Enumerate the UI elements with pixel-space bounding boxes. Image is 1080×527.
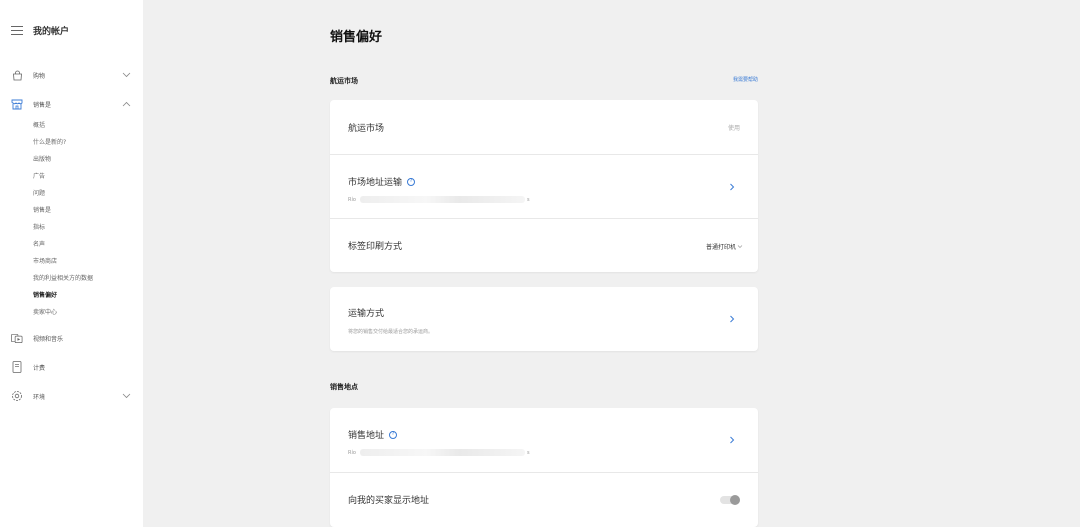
section-heading-sales-location: 销售地点 <box>330 383 358 391</box>
sidebar-subitem-publications[interactable]: 出版物 <box>33 156 51 164</box>
sidebar-subitem-whats-new[interactable]: 什么是新的? <box>33 139 66 147</box>
show-address-toggle[interactable] <box>720 495 740 505</box>
sidebar-item-settings[interactable]: 环境 <box>11 389 131 403</box>
sidebar-item-billing[interactable]: 计费 <box>11 360 131 374</box>
label-print-row[interactable]: 标签印刷方式 普通打印机 <box>330 219 758 272</box>
sidebar-header: 我的帐户 <box>11 24 69 37</box>
sidebar-subitem-summary[interactable]: 概括 <box>33 122 45 130</box>
address-prefix: Río <box>348 449 356 456</box>
sidebar-item-label: 计费 <box>33 364 46 372</box>
sidebar-subitem-sales-preferences[interactable]: 销售偏好 <box>33 292 57 300</box>
row-title: 市场地址运输 ? <box>348 175 416 188</box>
shipping-market-card: 航运市场 使用 市场地址运输 ? Río s 标签印刷方式 普通打印机 <box>330 100 758 272</box>
chevron-up-icon[interactable] <box>121 99 131 109</box>
help-link[interactable]: 我需要帮助 <box>708 76 758 83</box>
shipping-market-row: 航运市场 使用 <box>330 100 758 155</box>
sidebar-item-label: 视频和音乐 <box>33 335 64 343</box>
address-preview: Río s <box>348 449 530 456</box>
address-preview: Río s <box>348 196 530 203</box>
redacted-address <box>359 449 525 456</box>
sidebar-subitem-reputation[interactable]: 名声 <box>33 241 45 249</box>
sidebar-subitem-questions[interactable]: 问题 <box>33 190 45 198</box>
sales-address-row[interactable]: 销售地址 ? Río s <box>330 408 758 473</box>
row-title: 向我的买家显示地址 <box>348 496 430 506</box>
sidebar-item-label: 销售是 <box>33 101 52 109</box>
document-icon <box>11 361 23 373</box>
bag-icon <box>11 69 23 81</box>
store-icon <box>11 98 23 110</box>
hamburger-menu-icon[interactable] <box>11 26 23 35</box>
sidebar-subitem-stakeholder-data[interactable]: 我的利益相关方的数据 <box>33 275 93 283</box>
row-title: 运输方式 <box>348 309 385 319</box>
sidebar-item-shopping[interactable]: 购物 <box>11 68 131 82</box>
chevron-down-icon[interactable] <box>737 244 743 249</box>
row-title: 航运市场 <box>348 124 385 134</box>
sidebar-subitem-sales[interactable]: 销售是 <box>33 207 51 215</box>
chevron-right-icon[interactable] <box>728 436 736 444</box>
gear-icon <box>11 390 23 402</box>
sidebar-title: 我的帐户 <box>33 27 70 37</box>
show-address-row: 向我的买家显示地址 <box>330 473 758 527</box>
market-address-row[interactable]: 市场地址运输 ? Río s <box>330 155 758 219</box>
row-title: 销售地址 ? <box>348 428 398 441</box>
chevron-right-icon[interactable] <box>728 315 736 323</box>
chevron-right-icon[interactable] <box>728 183 736 191</box>
address-suffix: s <box>526 449 530 456</box>
chevron-down-icon[interactable] <box>121 391 131 401</box>
page-title: 销售偏好 <box>330 30 383 45</box>
section-heading-shipping-market: 航运市场 <box>330 77 358 85</box>
chevron-down-icon[interactable] <box>121 70 131 80</box>
row-subtitle: 将您的销售交付给最适合您的承运商。 <box>348 329 434 335</box>
help-icon[interactable]: ? <box>389 430 398 439</box>
row-title-text: 市场地址运输 <box>348 178 403 188</box>
shipping-method-card[interactable]: 运输方式 将您的销售交付给最适合您的承运商。 <box>330 287 758 351</box>
status-value: 使用 <box>727 125 740 132</box>
help-icon[interactable]: ? <box>407 177 416 186</box>
address-prefix: Río <box>348 196 356 203</box>
sidebar-item-video-music[interactable]: 视频和音乐 <box>11 331 131 345</box>
sidebar-item-label: 环境 <box>33 393 46 401</box>
redacted-address <box>359 196 525 203</box>
sidebar-subitem-metrics[interactable]: 指标 <box>33 224 45 232</box>
sidebar-item-sales[interactable]: 销售是 <box>11 97 131 111</box>
address-suffix: s <box>526 196 530 203</box>
video-icon <box>11 332 23 344</box>
sidebar: 我的帐户 购物 销售是 概括 什么是新的? 出版物 广告 问题 销售是 指标 名… <box>0 0 143 527</box>
sidebar-item-label: 购物 <box>33 72 46 80</box>
sidebar-subitem-market-store[interactable]: 市场商店 <box>33 258 57 266</box>
sidebar-subitem-ads[interactable]: 广告 <box>33 173 45 181</box>
sidebar-subitem-seller-center[interactable]: 卖家中心 <box>33 309 57 317</box>
label-print-select[interactable]: 普通打印机 <box>706 242 736 251</box>
row-title: 标签印刷方式 <box>348 242 403 252</box>
row-title-text: 销售地址 <box>348 431 385 441</box>
sales-location-card: 销售地址 ? Río s 向我的买家显示地址 <box>330 408 758 527</box>
